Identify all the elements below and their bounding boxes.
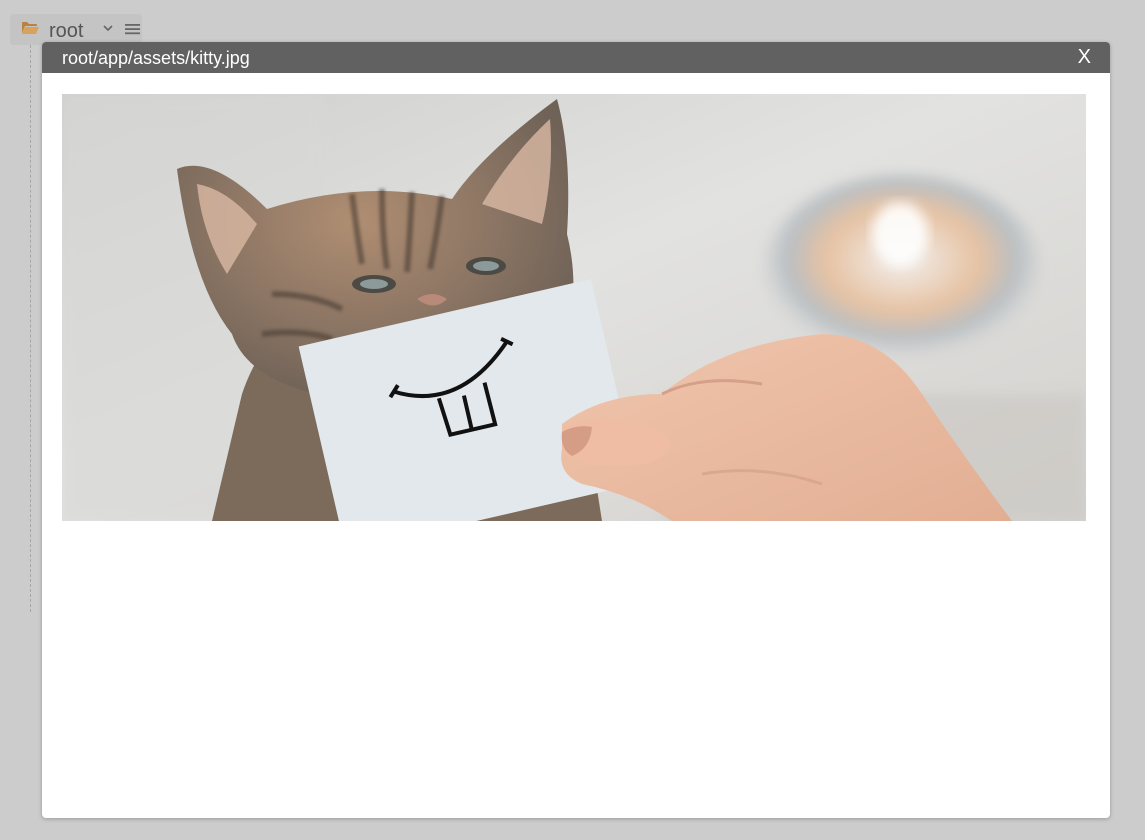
tree-root-label: root xyxy=(49,20,84,42)
tree-root-node[interactable]: root xyxy=(10,14,142,45)
close-button[interactable]: X xyxy=(1078,46,1091,68)
modal-header: root/app/assets/kitty.jpg X xyxy=(42,42,1110,73)
modal-title: root/app/assets/kitty.jpg xyxy=(62,48,250,68)
chevron-down-icon[interactable] xyxy=(102,24,114,32)
folder-open-icon xyxy=(22,22,39,34)
tree-guide-line xyxy=(30,45,31,612)
hamburger-menu-icon[interactable] xyxy=(125,23,141,35)
image-preview xyxy=(62,94,1086,521)
file-preview-modal: root/app/assets/kitty.jpg X xyxy=(42,42,1110,818)
